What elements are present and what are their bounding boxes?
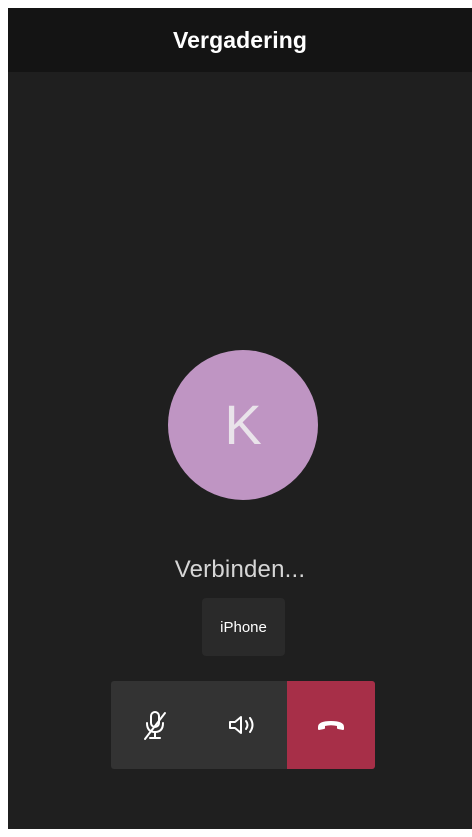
call-status: Verbinden... bbox=[174, 556, 306, 583]
top-bar: Vergadering bbox=[8, 8, 472, 72]
call-controls bbox=[111, 681, 375, 769]
microphone-off-icon bbox=[141, 709, 169, 741]
avatar-initial: K bbox=[224, 393, 262, 456]
speaker-icon bbox=[227, 713, 259, 737]
audio-device-button[interactable]: iPhone bbox=[202, 598, 285, 656]
speaker-button[interactable] bbox=[199, 681, 287, 769]
end-call-button[interactable] bbox=[287, 681, 375, 769]
page-title: Vergadering bbox=[172, 26, 308, 53]
mute-button[interactable] bbox=[111, 681, 199, 769]
avatar: K bbox=[168, 350, 318, 500]
call-screen: Vergadering K Verbinden... iPhone bbox=[8, 8, 472, 829]
hang-up-icon bbox=[316, 719, 346, 731]
